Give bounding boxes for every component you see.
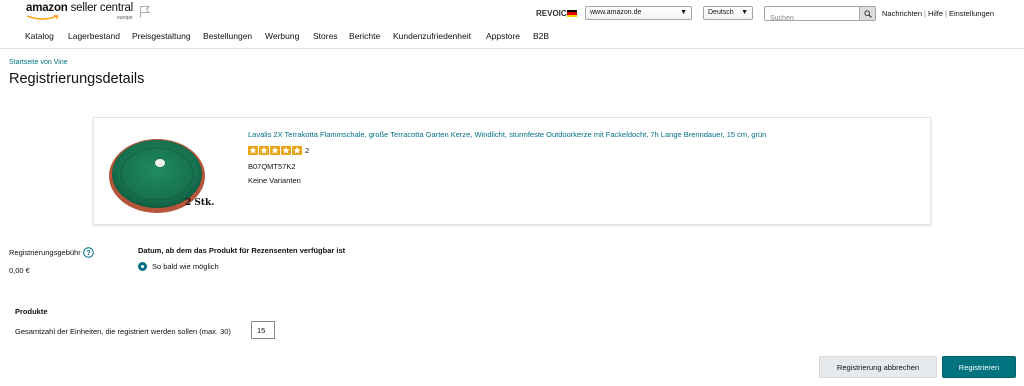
asap-radio-option[interactable]: So bald wie möglich	[138, 262, 219, 271]
product-asin: B07QMT57K2	[248, 162, 296, 171]
image-caption: 2 Stk.	[185, 198, 215, 208]
fee-label-text: Registrierungsgebühr	[9, 248, 81, 257]
search-box	[764, 6, 876, 25]
nav-item-katalog[interactable]: Katalog	[25, 31, 54, 41]
dropdown-arrow-icon: ▼	[680, 9, 687, 16]
asap-radio-label: So bald wie möglich	[152, 262, 219, 271]
nav-item-preisgestaltung[interactable]: Preisgestaltung	[132, 31, 191, 41]
search-button[interactable]	[859, 7, 875, 20]
nav-item-bestellungen[interactable]: Bestellungen	[203, 31, 252, 41]
cancel-registration-button[interactable]: Registrierung abbrechen	[819, 356, 937, 378]
page-title: Registrierungsdetails	[9, 71, 145, 87]
info-icon[interactable]: ?	[82, 247, 94, 258]
radio-selected-icon[interactable]	[138, 262, 147, 271]
star-icon	[281, 146, 291, 155]
star-rating[interactable]: 2	[248, 146, 309, 155]
flag-icon[interactable]	[139, 5, 151, 18]
top-links: Nachrichten | Hilfe | Einstellungen	[882, 9, 994, 18]
register-button[interactable]: Registrieren	[942, 356, 1016, 378]
product-variants: Keine Varianten	[248, 176, 301, 185]
units-label: Gesamtzahl der Einheiten, die registrier…	[15, 327, 231, 336]
seller-central-logo[interactable]: amazon seller central europe	[26, 2, 134, 21]
search-input[interactable]	[765, 12, 861, 25]
fee-value: 0,00 €	[9, 266, 30, 275]
germany-flag-icon	[567, 10, 577, 17]
product-card: 2 Stk. Lavalis 2X Terrakotta Flammschale…	[93, 117, 931, 225]
breadcrumb[interactable]: Startseite von Vine	[9, 59, 68, 66]
units-input[interactable]	[251, 321, 275, 339]
amazon-smile-icon	[26, 15, 59, 20]
logo-brand: amazon	[26, 2, 68, 14]
marketplace-value: www.amazon.de	[590, 9, 642, 16]
rating-count: 2	[305, 146, 310, 155]
language-select[interactable]: Deutsch ▼	[703, 6, 753, 20]
search-icon	[863, 9, 872, 18]
logo-product: seller central	[70, 2, 134, 14]
top-bar: amazon seller central europe REVOIC www.…	[0, 0, 1024, 28]
marketplace-select[interactable]: www.amazon.de ▼	[585, 6, 692, 20]
nav-item-stores[interactable]: Stores	[313, 31, 338, 41]
nav-item-werbung[interactable]: Werbung	[265, 31, 299, 41]
help-link[interactable]: Hilfe	[928, 9, 943, 18]
availability-heading: Datum, ab dem das Produkt für Rezensente…	[138, 246, 346, 255]
account-name[interactable]: REVOIC	[536, 9, 567, 18]
nav-item-appstore[interactable]: Appstore	[486, 31, 520, 41]
star-icon	[270, 146, 280, 155]
settings-link[interactable]: Einstellungen	[949, 9, 994, 18]
nav-item-berichte[interactable]: Berichte	[349, 31, 380, 41]
logo-region: europe	[117, 15, 133, 21]
star-icon	[292, 146, 302, 155]
main-nav: Katalog Lagerbestand Preisgestaltung Bes…	[0, 28, 1024, 49]
dropdown-arrow-icon: ▼	[741, 9, 748, 16]
nav-item-b2b[interactable]: B2B	[533, 31, 549, 41]
nav-item-lagerbestand[interactable]: Lagerbestand	[68, 31, 120, 41]
language-value: Deutsch	[708, 9, 734, 16]
nav-item-kundenzufriedenheit[interactable]: Kundenzufriedenheit	[393, 31, 471, 41]
products-heading: Produkte	[15, 307, 48, 316]
messages-link[interactable]: Nachrichten	[882, 9, 922, 18]
product-title-link[interactable]: Lavalis 2X Terrakotta Flammschale, große…	[248, 130, 766, 139]
star-icon	[248, 146, 258, 155]
svg-text:?: ?	[86, 248, 91, 257]
fee-label: Registrierungsgebühr ?	[9, 247, 94, 258]
star-icon	[259, 146, 269, 155]
